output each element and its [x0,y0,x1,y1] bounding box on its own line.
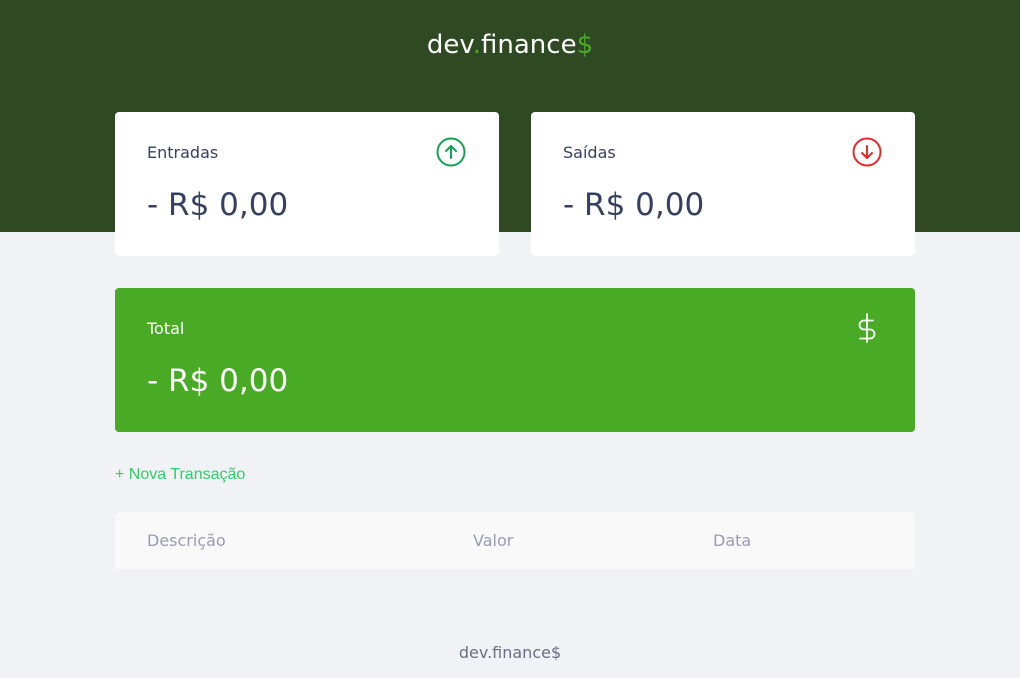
expense-card: Saídas - R$ 0,00 [531,112,915,256]
total-card-title: Total [147,319,185,338]
app-logo: dev.finance$ [426,30,594,60]
expense-card-title: Saídas [563,143,616,162]
arrow-up-circle-icon [436,137,466,167]
new-transaction-button[interactable]: + Nova Transação [115,466,245,484]
column-header-description: Descrição [147,531,226,550]
column-header-date: Data [713,531,752,550]
total-value: - R$ 0,00 [147,363,289,399]
expense-value: - R$ 0,00 [563,187,705,223]
arrow-down-circle-icon [852,137,882,167]
column-header-value: Valor [473,531,514,550]
dollar-sign-icon [858,313,876,343]
income-card-title: Entradas [147,143,219,162]
income-value: - R$ 0,00 [147,187,289,223]
transactions-table: Descrição Valor Data [115,512,915,569]
total-card: Total - R$ 0,00 [115,288,915,432]
footer-text: dev.finance$ [458,643,562,662]
income-card: Entradas - R$ 0,00 [115,112,499,256]
